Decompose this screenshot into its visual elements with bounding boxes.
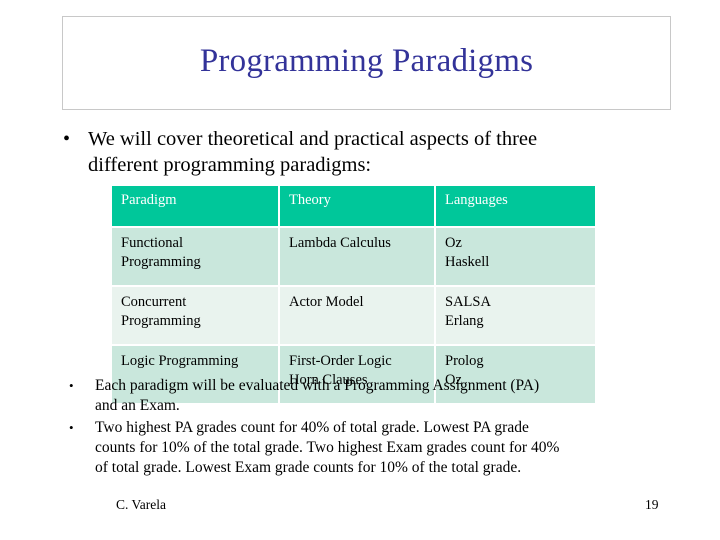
- cell-theory: Lambda Calculus: [279, 227, 436, 287]
- cell-line: Prolog: [445, 353, 484, 369]
- sub-bullet-line: and an Exam.: [95, 397, 180, 414]
- main-bullet-block: • We will cover theoretical and practica…: [58, 126, 678, 178]
- column-header-paradigm: Paradigm: [112, 186, 280, 228]
- main-bullet-text-line-1: We will cover theoretical and practical …: [88, 128, 538, 150]
- sub-bullet-line: of total grade. Lowest Exam grade counts…: [95, 459, 522, 476]
- main-bullet-text: We will cover theoretical and practical …: [88, 126, 678, 178]
- cell-line: Functional: [121, 235, 184, 251]
- table-row: Functional Programming Lambda Calculus O…: [112, 227, 595, 287]
- cell-line: First-Order Logic: [289, 353, 392, 369]
- table-row: Concurrent Programming Actor Model SALSA…: [112, 286, 595, 346]
- cell-paradigm: Concurrent Programming: [112, 286, 280, 346]
- bullet-dot-icon: •: [69, 420, 74, 435]
- main-bullet-text-line-2: different programming paradigms:: [88, 154, 372, 176]
- table-header-row: Paradigm Theory Languages: [112, 186, 595, 228]
- cell-line: Programming: [121, 254, 201, 270]
- sub-bullet-text: Two highest PA grades count for 40% of t…: [95, 418, 678, 478]
- cell-line: Programming: [121, 313, 201, 329]
- cell-line: Haskell: [445, 254, 490, 270]
- cell-line: Actor Model: [289, 294, 364, 310]
- slide-title-box: Programming Paradigms: [62, 16, 671, 110]
- cell-paradigm: Functional Programming: [112, 227, 280, 287]
- main-bullet-line: • We will cover theoretical and practica…: [58, 126, 678, 178]
- sub-bullets-block: • Each paradigm will be evaluated with a…: [58, 376, 678, 480]
- cell-languages: Oz Haskell: [435, 227, 595, 287]
- cell-line: Lambda Calculus: [289, 235, 391, 251]
- bullet-dot-icon: •: [69, 378, 74, 393]
- bullet-dot-icon: •: [63, 128, 71, 150]
- sub-bullet-text: Each paradigm will be evaluated with a P…: [95, 376, 678, 416]
- page-title: Programming Paradigms: [199, 42, 534, 79]
- cell-line: Oz: [445, 235, 462, 251]
- cell-line: Logic Programming: [121, 353, 239, 369]
- sub-bullet-line: Each paradigm will be evaluated with a P…: [95, 377, 540, 394]
- slide-number: 19: [645, 497, 659, 512]
- column-header-theory: Theory: [279, 186, 436, 228]
- cell-theory: Actor Model: [279, 286, 436, 346]
- sub-bullet-line: counts for 10% of the total grade. Two h…: [95, 439, 560, 456]
- footer-author: C. Varela: [116, 497, 166, 512]
- sub-bullet-item: • Two highest PA grades count for 40% of…: [58, 418, 678, 478]
- column-header-languages: Languages: [435, 186, 595, 228]
- sub-bullet-item: • Each paradigm will be evaluated with a…: [58, 376, 678, 416]
- cell-line: SALSA: [445, 294, 491, 310]
- cell-line: Concurrent: [121, 294, 187, 310]
- paradigms-table: Paradigm Theory Languages Functional Pro…: [112, 186, 595, 403]
- sub-bullet-line: Two highest PA grades count for 40% of t…: [95, 419, 529, 436]
- cell-line: Erlang: [445, 313, 484, 329]
- cell-languages: SALSA Erlang: [435, 286, 595, 346]
